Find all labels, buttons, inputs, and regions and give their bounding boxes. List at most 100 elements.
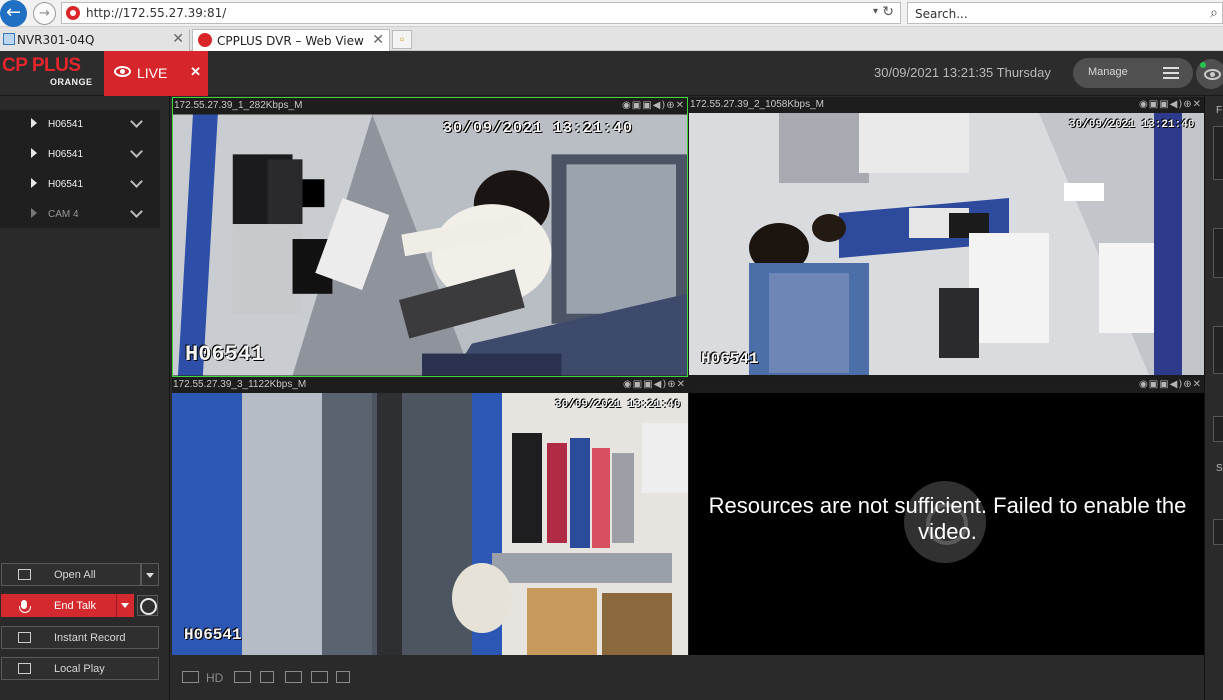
local-play-button[interactable]: Local Play	[1, 657, 159, 680]
eye-icon	[1204, 69, 1221, 80]
right-panel-control[interactable]	[1213, 126, 1223, 180]
tile-title: 172.55.27.39_3_1122Kbps_M	[173, 379, 307, 390]
tab-live[interactable]: LIVE ✕	[104, 51, 208, 96]
url-text: http://172.55.27.39:81/	[86, 6, 227, 20]
tab-label: CPPLUS DVR – Web View	[217, 34, 364, 48]
film-icon	[18, 663, 31, 674]
tile-toolbar[interactable]: ◉▣▣◀)⊕✕	[622, 100, 685, 111]
window-ratio-icon[interactable]	[182, 671, 199, 683]
layout-quad-icon[interactable]	[336, 671, 350, 683]
play-caret-icon	[31, 118, 37, 128]
eye-icon	[114, 66, 131, 77]
refresh-icon[interactable]: ↻	[882, 4, 894, 20]
browser-tab-cpplus[interactable]: CPPLUS DVR – Web View ✕	[192, 29, 390, 51]
open-all-dropdown[interactable]	[141, 563, 159, 586]
back-button[interactable]: ←	[0, 0, 27, 27]
tab-label: NVR301-04Q	[17, 33, 95, 47]
channel-tree: H06541 H06541 H06541 CAM 4	[0, 110, 160, 228]
right-panel-control[interactable]	[1213, 228, 1223, 278]
search-icon[interactable]: ⌕	[1210, 5, 1218, 21]
page-icon	[3, 33, 15, 45]
status-dot	[1200, 62, 1206, 68]
channel-item-3[interactable]: H06541	[0, 170, 160, 200]
manage-label: Manage	[1088, 66, 1128, 78]
end-talk-button[interactable]: End Talk	[1, 594, 133, 617]
channel-label: CAM 4	[48, 209, 79, 220]
local-play-label: Local Play	[54, 663, 105, 675]
tile-title: 172.55.27.39_1_282Kbps_M	[174, 100, 303, 111]
menu-icon	[1163, 67, 1179, 79]
close-tab-icon[interactable]: ✕	[372, 32, 384, 48]
preview-button[interactable]	[1196, 59, 1223, 89]
chevron-down-icon[interactable]	[130, 205, 143, 218]
search-placeholder: Search...	[915, 7, 968, 21]
osd-channel-name: H06541	[185, 342, 265, 367]
osd-timestamp: 30/09/2021 13:21:40	[1069, 119, 1195, 131]
manage-button[interactable]: Manage	[1073, 58, 1193, 88]
browser-tab-bar: NVR301-04Q ✕ CPPLUS DVR – Web View ✕ ▫	[0, 27, 1223, 51]
layout-split-icon[interactable]	[285, 671, 302, 683]
stream-grid-icon[interactable]	[234, 671, 251, 683]
no-video-area: Resources are not sufficient. Failed to …	[689, 393, 1204, 655]
url-dropdown-icon[interactable]: ▾	[873, 6, 878, 17]
osd-channel-name: H06541	[184, 626, 242, 644]
chevron-down-icon[interactable]	[130, 115, 143, 128]
channel-item-4[interactable]: CAM 4	[0, 200, 160, 230]
browser-address-bar: ← → http://172.55.27.39:81/ ▾ ↻ Search..…	[0, 0, 1223, 27]
tile-title: 172.55.27.39_2_1058Kbps_M	[690, 99, 825, 110]
tile-titlebar: 172.55.27.39_2_1058Kbps_M ◉▣▣◀)⊕✕	[689, 97, 1204, 113]
forward-button[interactable]: →	[33, 2, 56, 25]
right-panel-control[interactable]	[1213, 416, 1223, 442]
close-tab-icon[interactable]: ✕	[172, 31, 184, 47]
open-window-icon	[18, 569, 31, 580]
right-panel-control[interactable]	[1213, 326, 1223, 374]
chevron-down-icon[interactable]	[130, 145, 143, 158]
channel-item-1[interactable]: H06541	[0, 110, 160, 140]
chevron-down-icon[interactable]	[130, 175, 143, 188]
layout-toolbar: HD	[172, 655, 1204, 700]
osd-channel-name: H06541	[701, 350, 759, 368]
video-error-message: Resources are not sufficient. Failed to …	[708, 493, 1187, 544]
right-panel-label: S	[1216, 463, 1223, 474]
system-datetime: 30/09/2021 13:21:35 Thursday	[874, 65, 1051, 80]
osd-timestamp: 30/09/2021 13:21:40	[443, 120, 634, 137]
video-tile-4[interactable]: ◉▣▣◀)⊕✕ Resources are not sufficient. Fa…	[689, 377, 1204, 655]
fullscreen-icon[interactable]	[260, 671, 274, 683]
tile-toolbar[interactable]: ◉▣▣◀)⊕✕	[1139, 379, 1202, 390]
logo-sub-text: ORANGE	[50, 77, 93, 87]
osd-timestamp: 30/09/2021 13:21:40	[555, 399, 681, 411]
microphone-icon	[19, 600, 31, 613]
play-caret-icon	[31, 208, 37, 218]
tile-titlebar: 172.55.27.39_1_282Kbps_M ◉▣▣◀)⊕✕	[173, 98, 687, 114]
record-toggle-button[interactable]	[137, 595, 158, 616]
layout-single-icon[interactable]	[311, 671, 328, 683]
hd-toggle[interactable]: HD	[206, 671, 223, 685]
tile-toolbar[interactable]: ◉▣▣◀)⊕✕	[623, 379, 686, 390]
end-talk-dropdown[interactable]	[116, 594, 134, 617]
camera-feed-2	[689, 113, 1204, 375]
video-tile-1[interactable]: 172.55.27.39_1_282Kbps_M ◉▣▣◀)⊕✕ 30/09/2…	[172, 97, 688, 377]
camera-feed-1	[173, 114, 687, 376]
cpplus-favicon-icon	[198, 33, 212, 47]
right-panel-control[interactable]	[1213, 519, 1223, 545]
channel-item-2[interactable]: H06541	[0, 140, 160, 170]
url-field[interactable]: http://172.55.27.39:81/ ▾ ↻	[61, 2, 901, 24]
browser-tab-nvr[interactable]: NVR301-04Q ✕	[0, 29, 190, 51]
video-tile-2[interactable]: 172.55.27.39_2_1058Kbps_M ◉▣▣◀)⊕✕ 30/09/…	[689, 97, 1204, 377]
instant-record-button[interactable]: Instant Record	[1, 626, 159, 649]
play-caret-icon	[31, 148, 37, 158]
video-tile-3[interactable]: 172.55.27.39_3_1122Kbps_M ◉▣▣◀)⊕✕ 30/09/…	[172, 377, 688, 655]
open-all-button[interactable]: Open All	[1, 563, 141, 586]
live-tab-label: LIVE	[137, 65, 168, 81]
video-grid: 172.55.27.39_1_282Kbps_M ◉▣▣◀)⊕✕ 30/09/2…	[172, 97, 1204, 655]
close-icon[interactable]: ✕	[190, 64, 201, 80]
cpplus-logo: CP PLUS ORANGE	[0, 55, 100, 93]
tile-titlebar: ◉▣▣◀)⊕✕	[689, 377, 1204, 393]
open-all-label: Open All	[54, 569, 96, 581]
tile-toolbar[interactable]: ◉▣▣◀)⊕✕	[1139, 99, 1202, 110]
browser-search-input[interactable]: Search... ⌕	[907, 2, 1223, 24]
right-panel-label: F	[1216, 105, 1223, 116]
new-tab-button[interactable]: ▫	[392, 30, 412, 49]
site-favicon-icon	[66, 6, 80, 20]
instant-record-label: Instant Record	[54, 632, 126, 644]
